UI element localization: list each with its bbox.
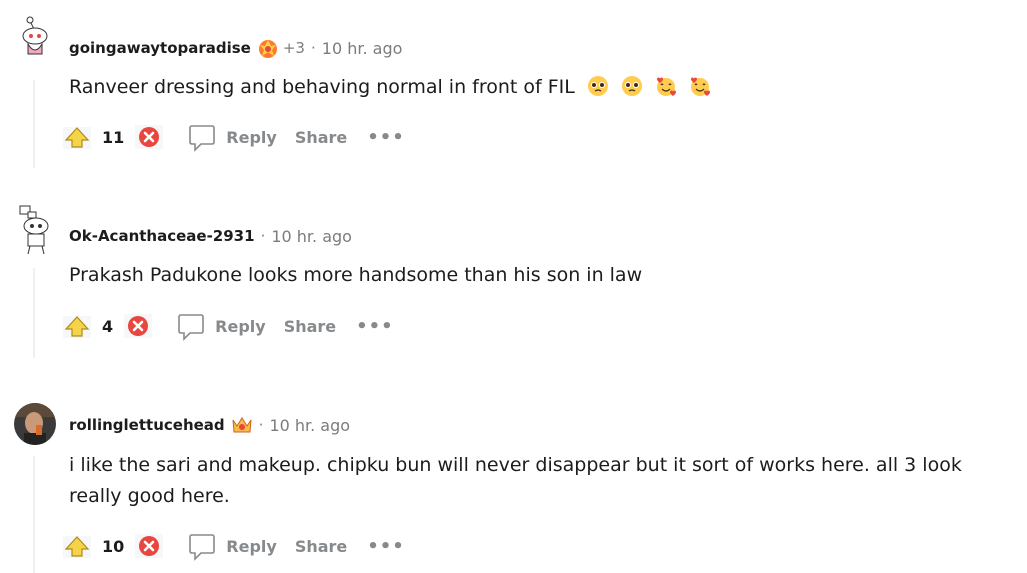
comment-body: Prakash Padukone looks more handsome tha… bbox=[69, 260, 1009, 291]
robot-snoo-avatar[interactable] bbox=[14, 202, 56, 256]
comment-body: i like the sari and makeup. chipku bun w… bbox=[69, 450, 1009, 512]
reply-label: Reply bbox=[226, 127, 277, 147]
fire-award-icon bbox=[258, 40, 277, 58]
comment-meta: Ok-Acanthaceae-2931 · 10 hr. ago bbox=[69, 224, 352, 248]
more-options-button[interactable]: ••• bbox=[356, 316, 394, 337]
thread-line[interactable] bbox=[33, 80, 35, 168]
comment-bubble-icon bbox=[178, 314, 204, 341]
award-count: +3 bbox=[282, 39, 305, 57]
smiling-face-with-hearts-icon bbox=[691, 77, 711, 96]
separator: · bbox=[260, 227, 266, 245]
thread-line[interactable] bbox=[33, 268, 35, 358]
comment-actions: 4 Reply Share ••• bbox=[62, 309, 394, 343]
comment-actions: 11 Reply Share ••• bbox=[62, 120, 405, 154]
comment-bubble-icon bbox=[189, 125, 216, 152]
downvote-icon[interactable] bbox=[134, 531, 164, 561]
share-button[interactable]: Share bbox=[295, 128, 347, 147]
comment-body: Ranveer dressing and behaving normal in … bbox=[69, 72, 1009, 103]
comment-bubble-icon bbox=[189, 534, 216, 561]
comment-actions: 10 Reply Share ••• bbox=[62, 529, 405, 563]
crown-award-icon bbox=[232, 417, 252, 433]
vote-score: 10 bbox=[102, 536, 125, 556]
downvote-icon[interactable] bbox=[123, 311, 153, 341]
share-button[interactable]: Share bbox=[284, 317, 336, 336]
vote-score: 11 bbox=[102, 127, 125, 147]
reply-label: Reply bbox=[215, 316, 266, 336]
timestamp[interactable]: 10 hr. ago bbox=[269, 416, 350, 435]
vote-score: 4 bbox=[102, 316, 114, 336]
reply-button[interactable]: Reply bbox=[188, 531, 277, 561]
comment-meta: rollinglettucehead · 10 hr. ago bbox=[69, 413, 350, 437]
upvote-icon[interactable] bbox=[62, 123, 92, 151]
reply-button[interactable]: Reply bbox=[177, 311, 266, 341]
timestamp[interactable]: 10 hr. ago bbox=[271, 227, 352, 246]
reply-button[interactable]: Reply bbox=[188, 122, 277, 152]
more-options-button[interactable]: ••• bbox=[367, 536, 405, 557]
upvote-icon[interactable] bbox=[62, 312, 92, 340]
upvote-icon[interactable] bbox=[62, 532, 92, 560]
separator: · bbox=[310, 39, 316, 57]
separator: · bbox=[258, 416, 264, 434]
comment-text: Prakash Padukone looks more handsome tha… bbox=[69, 264, 643, 286]
username[interactable]: rollinglettucehead bbox=[69, 416, 225, 434]
comment-text: i like the sari and makeup. chipku bun w… bbox=[69, 454, 962, 507]
user-photo-avatar[interactable] bbox=[14, 403, 56, 445]
timestamp[interactable]: 10 hr. ago bbox=[322, 39, 403, 58]
reply-label: Reply bbox=[226, 536, 277, 556]
username[interactable]: Ok-Acanthaceae-2931 bbox=[69, 227, 255, 245]
comment-text: Ranveer dressing and behaving normal in … bbox=[69, 76, 575, 98]
more-options-button[interactable]: ••• bbox=[367, 127, 405, 148]
username[interactable]: goingawaytoparadise bbox=[69, 39, 251, 57]
share-button[interactable]: Share bbox=[295, 537, 347, 556]
downvote-icon[interactable] bbox=[134, 122, 164, 152]
thread-line[interactable] bbox=[33, 456, 35, 573]
pleading-face-icon bbox=[621, 76, 642, 96]
pleading-face-icon bbox=[587, 76, 608, 96]
snoo-avatar[interactable] bbox=[14, 14, 56, 56]
smiling-face-with-hearts-icon bbox=[657, 77, 677, 96]
comment-meta: goingawaytoparadise +3 · 10 hr. ago bbox=[69, 36, 402, 60]
